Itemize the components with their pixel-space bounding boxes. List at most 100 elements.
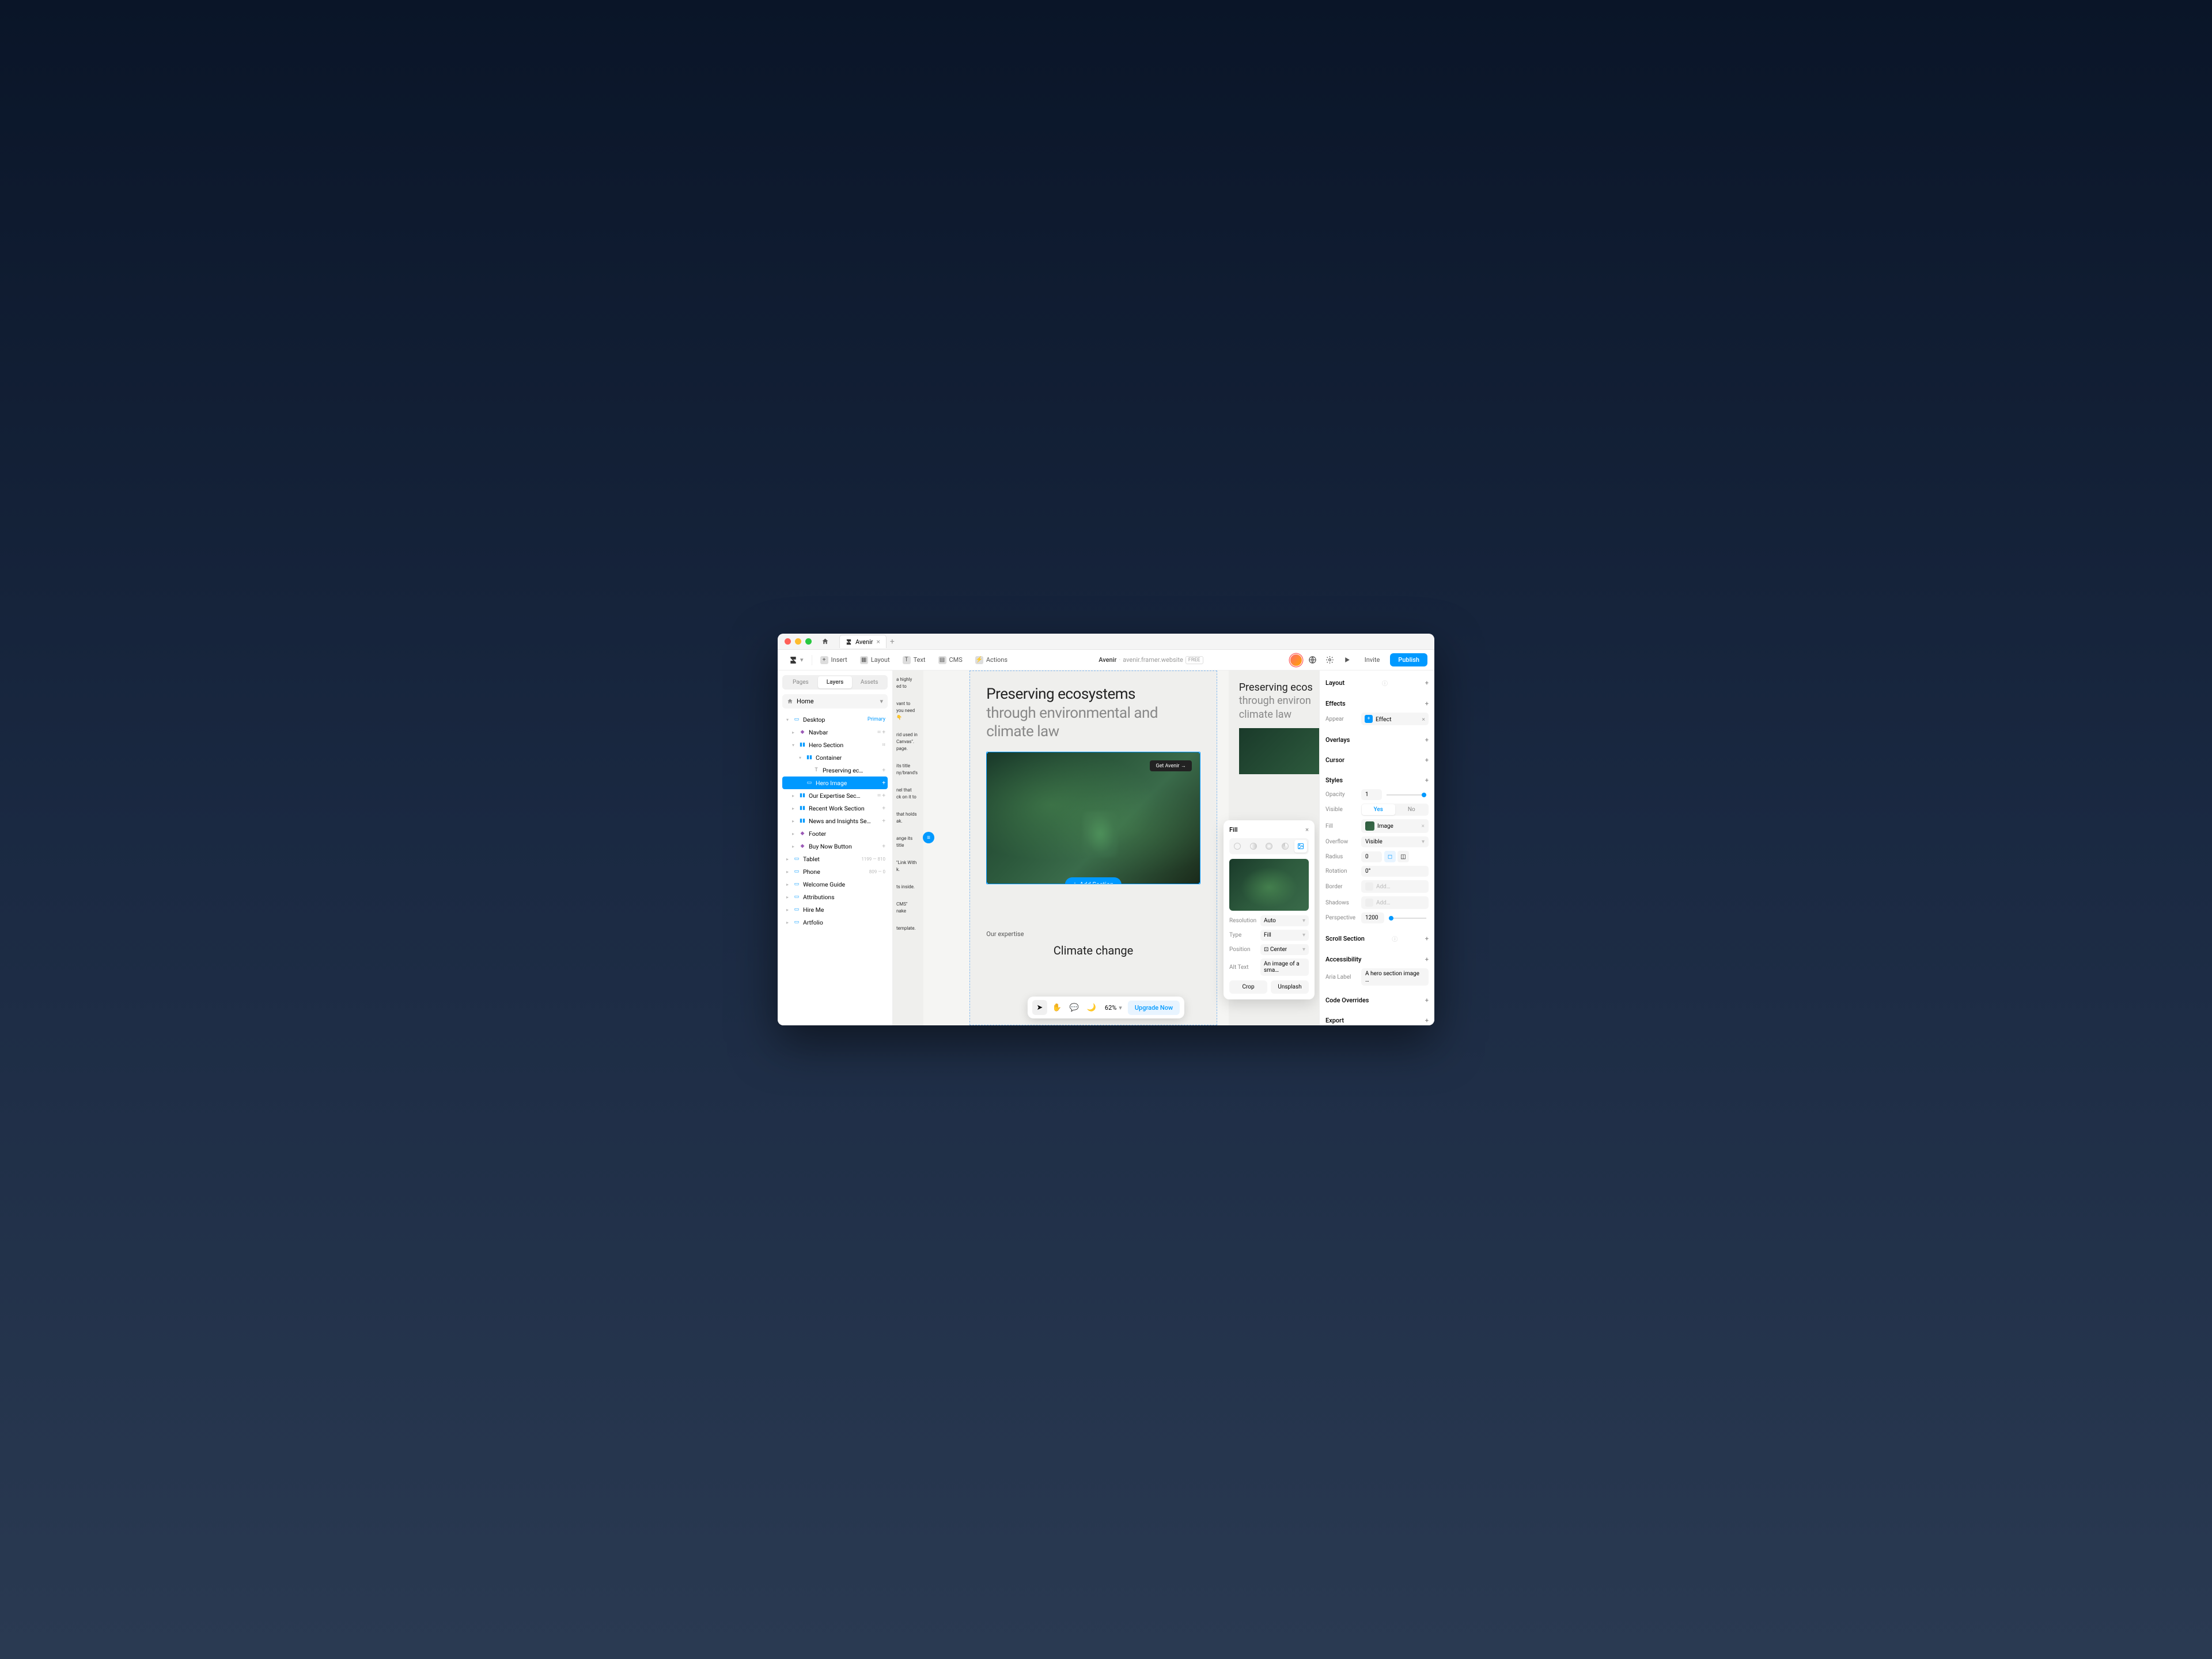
- comment-tool[interactable]: 💬: [1067, 1000, 1082, 1015]
- layout-button[interactable]: ▦Layout: [855, 653, 895, 667]
- gear-icon[interactable]: [1323, 653, 1337, 667]
- layer-navbar[interactable]: ▸◆Navbar⌗ +: [782, 726, 888, 738]
- layer-welcome[interactable]: ▸▭Welcome Guide: [782, 878, 888, 891]
- fill-image-preview[interactable]: [1229, 859, 1309, 911]
- perspective-input[interactable]: 1200: [1361, 912, 1384, 923]
- home-button[interactable]: [820, 637, 830, 647]
- layer-our-expertise[interactable]: ▸▮▮Our Expertise Sec…⌗ +: [782, 789, 888, 802]
- unsplash-button[interactable]: Unsplash: [1271, 980, 1309, 994]
- layer-desktop[interactable]: ▾▭DesktopPrimary: [782, 713, 888, 726]
- visible-toggle[interactable]: YesNo: [1361, 804, 1429, 816]
- border-add[interactable]: Add…: [1361, 880, 1429, 893]
- add-export-button[interactable]: +: [1425, 1017, 1429, 1024]
- radius-separate-icon[interactable]: ◫: [1397, 851, 1409, 862]
- position-select[interactable]: ⊡ Center▾: [1260, 944, 1309, 955]
- layer-preserving-text[interactable]: TPreserving ec…+: [782, 764, 888, 777]
- add-style-button[interactable]: +: [1425, 777, 1429, 784]
- text-button[interactable]: TText: [898, 653, 930, 667]
- frame-desktop[interactable]: Preserving ecosystems through environmen…: [969, 671, 1217, 1025]
- tab-layers[interactable]: Layers: [818, 676, 853, 688]
- close-window-button[interactable]: [785, 638, 791, 645]
- layer-tablet[interactable]: ▸▭Tablet1199 — 810: [782, 853, 888, 865]
- minimize-window-button[interactable]: [795, 638, 801, 645]
- layer-hero-section[interactable]: ▾▮▮Hero Section⌗: [782, 738, 888, 751]
- add-cursor-button[interactable]: +: [1425, 756, 1429, 764]
- radius-input[interactable]: 0: [1361, 851, 1382, 862]
- play-icon[interactable]: [1340, 653, 1354, 667]
- collapse-button[interactable]: ≡: [923, 832, 934, 843]
- layer-artfolio[interactable]: ▸▭Artfolio: [782, 916, 888, 929]
- selection-handle[interactable]: [986, 882, 988, 884]
- chevron-down-icon: ▾: [880, 698, 883, 705]
- maximize-window-button[interactable]: [805, 638, 812, 645]
- hand-tool[interactable]: ✋: [1050, 1000, 1065, 1015]
- close-icon[interactable]: ×: [1305, 826, 1309, 834]
- text-icon: T: [903, 656, 911, 664]
- opacity-slider[interactable]: [1387, 794, 1426, 796]
- hero-image-selection[interactable]: Get Avenir → +Add Section: [986, 752, 1200, 884]
- breadcrumb: Avenir · avenir.framer.website FREE: [1016, 656, 1286, 664]
- dark-mode-toggle[interactable]: 🌙: [1084, 1000, 1099, 1015]
- layer-hire-me[interactable]: ▸▭Hire Me: [782, 903, 888, 916]
- add-scroll-button[interactable]: +: [1425, 935, 1429, 942]
- publish-button[interactable]: Publish: [1390, 653, 1427, 666]
- fill-mode-linear[interactable]: [1247, 840, 1260, 853]
- alt-text-input[interactable]: An image of a sma…: [1260, 959, 1309, 976]
- add-accessibility-button[interactable]: +: [1425, 956, 1429, 963]
- fill-mode-radial[interactable]: [1263, 840, 1275, 853]
- add-section-button[interactable]: +Add Section: [1065, 877, 1122, 884]
- add-overlay-button[interactable]: +: [1425, 736, 1429, 744]
- layer-container[interactable]: ▾▮▮Container: [782, 751, 888, 764]
- framer-menu-button[interactable]: ▾: [785, 653, 808, 667]
- overflow-select[interactable]: Visible▾: [1361, 836, 1429, 847]
- selection-handle[interactable]: [1199, 752, 1200, 753]
- add-effect-button[interactable]: +: [1425, 700, 1429, 707]
- project-name: Avenir: [1099, 656, 1116, 664]
- avatar[interactable]: [1290, 654, 1302, 666]
- fill-mode-conic[interactable]: [1279, 840, 1291, 853]
- layer-news[interactable]: ▸▮▮News and Insights Se…+: [782, 815, 888, 827]
- upgrade-button[interactable]: Upgrade Now: [1128, 1001, 1180, 1015]
- fill-mode-solid[interactable]: [1231, 840, 1244, 853]
- tab-assets[interactable]: Assets: [852, 676, 887, 688]
- tab-pages[interactable]: Pages: [783, 676, 818, 688]
- layer-hero-image[interactable]: ▭Hero Image+: [782, 777, 888, 789]
- new-tab-button[interactable]: +: [890, 637, 895, 646]
- layer-phone[interactable]: ▸▭Phone809 — 0: [782, 865, 888, 878]
- layer-buy-now[interactable]: ▸◆Buy Now Button+: [782, 840, 888, 853]
- globe-icon[interactable]: [1306, 653, 1320, 667]
- fill-mode-image[interactable]: [1294, 840, 1307, 853]
- layer-footer[interactable]: ▸◆Footer: [782, 827, 888, 840]
- perspective-slider[interactable]: [1389, 918, 1426, 919]
- tab-close-button[interactable]: ×: [876, 638, 880, 646]
- cursor-tool[interactable]: ➤: [1032, 1000, 1047, 1015]
- opacity-input[interactable]: 1: [1361, 789, 1382, 800]
- rotation-input[interactable]: 0°: [1361, 866, 1429, 877]
- canvas-area[interactable]: a highlyed to vant toyou need👇 rid used …: [893, 671, 1319, 1025]
- plus-icon: +: [820, 656, 828, 664]
- page-selector[interactable]: Home ▾: [782, 694, 888, 709]
- add-layout-button[interactable]: +: [1425, 679, 1429, 687]
- aria-label-input[interactable]: A hero section image …: [1361, 968, 1429, 986]
- crop-button[interactable]: Crop: [1229, 980, 1267, 994]
- get-avenir-button[interactable]: Get Avenir →: [1150, 760, 1191, 771]
- selection-handle[interactable]: [1199, 882, 1200, 884]
- shadows-add[interactable]: Add…: [1361, 896, 1429, 909]
- invite-button[interactable]: Invite: [1358, 653, 1387, 666]
- traffic-lights: [785, 638, 812, 645]
- zoom-select[interactable]: 62%▾: [1101, 1004, 1126, 1012]
- tab-avenir[interactable]: Avenir ×: [839, 635, 887, 648]
- type-select[interactable]: Fill▾: [1260, 930, 1309, 941]
- cms-button[interactable]: ▤CMS: [934, 653, 967, 667]
- selection-handle[interactable]: [986, 752, 988, 753]
- insert-button[interactable]: +Insert: [816, 653, 852, 667]
- resolution-select[interactable]: Auto▾: [1260, 915, 1309, 926]
- app-window: Avenir × + ▾ +Insert ▦Layout TText ▤CMS …: [778, 634, 1434, 1025]
- radius-uniform-icon[interactable]: ◻: [1384, 851, 1396, 862]
- effect-appear-pill[interactable]: +Effect×: [1361, 713, 1429, 725]
- layer-attributions[interactable]: ▸▭Attributions: [782, 891, 888, 903]
- fill-input[interactable]: Image×: [1361, 819, 1429, 833]
- add-override-button[interactable]: +: [1425, 997, 1429, 1004]
- layer-recent-work[interactable]: ▸▮▮Recent Work Section+: [782, 802, 888, 815]
- actions-button[interactable]: ⚡Actions: [971, 653, 1012, 667]
